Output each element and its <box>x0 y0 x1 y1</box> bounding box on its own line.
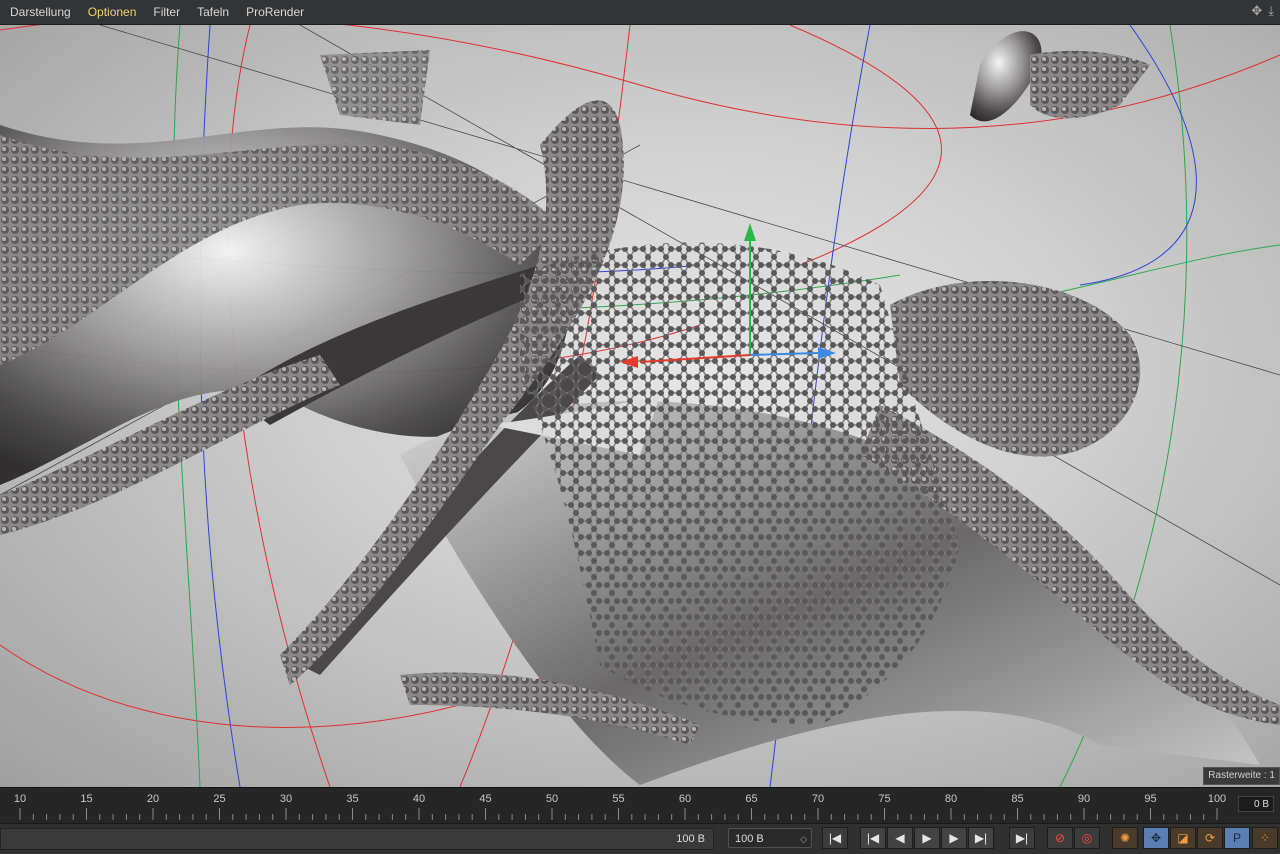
menu-optionen[interactable]: Optionen <box>78 0 144 24</box>
timeline-tick-label: 100 <box>1207 793 1227 805</box>
scale-key-button[interactable]: ◪ <box>1170 827 1196 849</box>
timeline-tick-label: 50 <box>545 793 559 805</box>
previous-frame-button[interactable]: ◀ <box>887 827 913 849</box>
end-frame-field[interactable]: 100 B ◇ <box>728 828 812 848</box>
timeline-tick-label: 10 <box>13 793 27 805</box>
timeline-tick-label: 65 <box>745 793 758 805</box>
menu-tafeln[interactable]: Tafeln <box>187 0 236 24</box>
menu-filter[interactable]: Filter <box>143 0 187 24</box>
viewport-menu-bar: Darstellung Optionen Filter Tafeln ProRe… <box>0 0 1280 25</box>
range-end-value: 100 B <box>676 833 705 845</box>
end-frame-value: 100 B <box>735 833 764 845</box>
timeline-tick-label: 40 <box>412 793 426 805</box>
timeline-tick-label: 55 <box>612 793 625 805</box>
stepper-icon[interactable]: ◇ <box>800 829 807 849</box>
go-to-end-button[interactable]: ▶| <box>1009 827 1035 849</box>
timeline-tick-label: 20 <box>146 793 160 805</box>
timeline-tick-label: 25 <box>213 793 226 805</box>
go-to-start-button[interactable]: |◀ <box>822 827 848 849</box>
move-key-button[interactable]: ✥ <box>1143 827 1169 849</box>
timeline-tick-label: 45 <box>479 793 492 805</box>
auto-keyframe-button[interactable]: ◎ <box>1074 827 1100 849</box>
current-frame-field[interactable]: 0 B <box>1238 796 1274 812</box>
frame-range-slider[interactable]: 100 B <box>0 828 714 850</box>
point-level-button[interactable]: ⁘ <box>1252 827 1278 849</box>
record-keyframe-button[interactable]: ⊘ <box>1047 827 1073 849</box>
move-view-icon[interactable]: ✥ <box>1251 3 1262 19</box>
play-button[interactable]: ▶ <box>914 827 940 849</box>
timeline-tick-label: 85 <box>1011 793 1024 805</box>
timeline-tick-label: 80 <box>944 793 958 805</box>
view-nav-icons: ✥ ⤓ <box>1251 3 1274 19</box>
timeline-tick-label: 15 <box>80 793 93 805</box>
download-view-icon[interactable]: ⤓ <box>1268 3 1274 19</box>
menu-prorender[interactable]: ProRender <box>236 0 311 24</box>
timeline-tick-label: 90 <box>1077 793 1091 805</box>
parameter-key-button[interactable]: P <box>1224 827 1250 849</box>
timeline-tick-label: 30 <box>279 793 293 805</box>
next-key-button[interactable]: ▶| <box>968 827 994 849</box>
timeline-tick-label: 35 <box>346 793 359 805</box>
timeline-tick-label: 70 <box>811 793 825 805</box>
timeline-tick-label: 95 <box>1144 793 1157 805</box>
rotate-key-button[interactable]: ⟳ <box>1197 827 1223 849</box>
viewport-render <box>0 25 1280 787</box>
timeline-ruler[interactable]: 0 B 10 15 20 25 30 35 40 45 50 55 60 65 70 75 80 85 90 95… <box>0 787 1280 824</box>
next-frame-button[interactable]: ▶ <box>941 827 967 849</box>
animation-controls: 100 B 100 B ◇ |◀ |◀ ◀ ▶ ▶ ▶| ▶| ⊘ ◎ ✺ ✥ … <box>0 823 1280 854</box>
previous-key-button[interactable]: |◀ <box>860 827 886 849</box>
timeline-tick-label: 60 <box>678 793 692 805</box>
keyframe-selection-button[interactable]: ✺ <box>1112 827 1138 849</box>
timeline-tick-label: 75 <box>878 793 891 805</box>
3d-viewport[interactable]: Rasterweite : 1 <box>0 25 1280 787</box>
menu-darstellung[interactable]: Darstellung <box>0 0 78 24</box>
raster-width-label: Rasterweite : 1 <box>1203 767 1280 785</box>
